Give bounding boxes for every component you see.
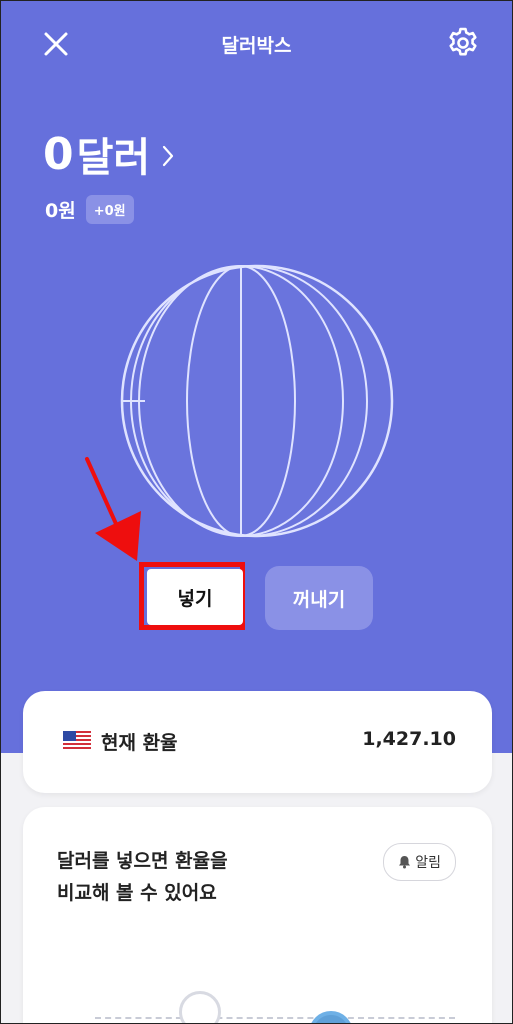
won-amount: 0원: [45, 200, 76, 222]
page-title: 달러박스: [221, 35, 292, 57]
chart-marker-right: [309, 1011, 353, 1023]
app-frame: 달러박스 0 달러 0원 +0원 넣기 꺼내기 현재 환율 1,427.10 달…: [0, 0, 513, 1024]
chart-marker-left: [179, 991, 221, 1023]
info-card: 달러를 넣으면 환율을 비교해 볼 수 있어요 알림: [23, 807, 492, 1023]
us-flag-icon: [63, 731, 91, 751]
put-in-button[interactable]: 넣기: [147, 569, 243, 625]
chart-baseline: [95, 1017, 455, 1019]
won-summary: 0원 +0원: [45, 195, 134, 224]
gear-icon[interactable]: [445, 25, 481, 61]
balance-amount[interactable]: 0 달러: [43, 125, 178, 183]
balance-unit: 달러: [76, 135, 151, 181]
alarm-label: 알림: [415, 855, 441, 871]
alarm-button[interactable]: 알림: [383, 843, 456, 881]
balance-number: 0: [43, 128, 74, 180]
rate-label: 현재 환율: [101, 732, 178, 754]
info-message: 달러를 넣으면 환율을 비교해 볼 수 있어요: [57, 845, 228, 909]
bell-icon: [399, 856, 411, 869]
chevron-right-icon: [163, 145, 174, 167]
top-bar: 달러박스: [1, 1, 512, 87]
exchange-rate-card[interactable]: 현재 환율 1,427.10: [23, 691, 492, 793]
rate-value: 1,427.10: [362, 728, 456, 750]
pointer-arrow-icon: [85, 457, 141, 561]
take-out-button[interactable]: 꺼내기: [265, 566, 373, 630]
info-line-1: 달러를 넣으면 환율을: [57, 850, 228, 872]
info-line-2: 비교해 볼 수 있어요: [57, 882, 217, 904]
won-change-badge: +0원: [85, 195, 134, 224]
hero-section: 달러박스 0 달러 0원 +0원 넣기 꺼내기: [1, 1, 512, 753]
